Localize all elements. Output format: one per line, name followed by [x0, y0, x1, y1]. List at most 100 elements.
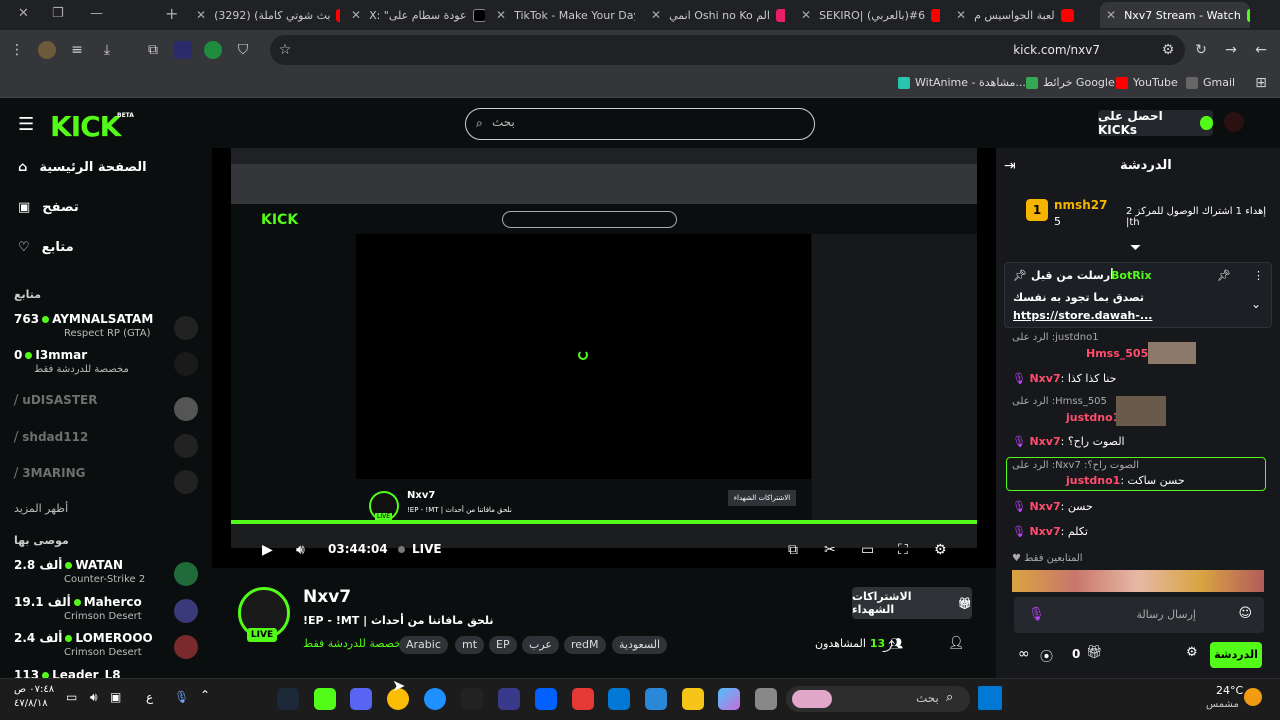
epic-games-icon[interactable]: [461, 688, 483, 710]
sidebar-channel-watan[interactable]: 2.8 ألف WATAN Counter-Strike 2: [14, 558, 204, 592]
bookmark-youtube[interactable]: YouTube: [1116, 76, 1178, 89]
stream-tag[interactable]: السعودية: [612, 636, 668, 654]
menu-dots-icon[interactable]: ⋮: [8, 41, 26, 59]
close-tab-icon[interactable]: ✕: [651, 8, 661, 22]
collapse-chat-icon[interactable]: ⇥: [1004, 158, 1016, 174]
close-tab-icon[interactable]: ✕: [801, 8, 811, 22]
download-icon[interactable]: ⤓: [98, 41, 116, 59]
stream-category[interactable]: مخصصة للدردشة فقط: [303, 637, 407, 650]
nav-browse[interactable]: ▣ تصفح: [18, 200, 79, 215]
battery-icon[interactable]: ▭: [66, 690, 77, 704]
get-kicks-button[interactable]: احصل على KICKs: [1098, 109, 1213, 137]
more-options-icon[interactable]: ⋮: [1253, 269, 1264, 282]
sidebar-channel-3maring[interactable]: ⧸ 3MARING: [14, 466, 204, 500]
app-gray-icon[interactable]: [755, 688, 777, 710]
file-explorer-icon[interactable]: [682, 688, 704, 710]
reload-icon[interactable]: ↻: [1192, 41, 1210, 59]
microphone-icon[interactable]: 🎙︎: [174, 690, 189, 704]
restore-window-icon[interactable]: ❐: [52, 6, 64, 21]
speaker-icon[interactable]: 🔊︎: [90, 690, 98, 705]
sidebar-channel-leader[interactable]: 113 Leader_L8: [14, 668, 204, 678]
sidebar-channel-i3mmar[interactable]: 0 I3mmar مخصصة للدردشة فقط: [14, 348, 204, 382]
chat-settings-icon[interactable]: ⚙: [1186, 645, 1198, 660]
bookmark-star-icon[interactable]: ☆: [276, 41, 294, 59]
expand-chevron-icon[interactable]: ⌄: [1251, 297, 1261, 311]
forward-icon[interactable]: →: [1222, 41, 1240, 59]
browser-tab[interactable]: ✕ SEKIRO| (بالعربي)#6: [795, 2, 940, 28]
user-avatar[interactable]: [1224, 112, 1244, 132]
input-language[interactable]: ع: [146, 690, 153, 704]
back-icon[interactable]: ←: [1252, 41, 1270, 59]
emoji-icon[interactable]: ☺: [1238, 606, 1252, 621]
sidebar-channel-lomerooo[interactable]: 2.4 ألف LOMEROOO Crimson Desert: [14, 631, 204, 665]
steam-icon[interactable]: [277, 688, 299, 710]
subscriptions-button[interactable]: الاشتراكات الشهداء 🎁︎: [852, 587, 972, 619]
picture-in-picture-icon[interactable]: ⧉: [788, 542, 798, 558]
share-icon[interactable]: ⤴: [882, 636, 895, 655]
pinned-link[interactable]: https://store.dawah-...: [1013, 309, 1152, 322]
browser-tab[interactable]: ✕ لعبة الجواسيس م: [950, 2, 1095, 28]
nav-following[interactable]: ♡ متابع: [18, 240, 74, 255]
close-tab-icon[interactable]: ✕: [496, 8, 506, 22]
follow-icon[interactable]: 👤︎: [948, 636, 965, 651]
emote-bar[interactable]: [1012, 570, 1264, 592]
browser-tab[interactable]: ✕ TikTok - Make Your Day: [490, 2, 635, 28]
play-icon[interactable]: ▶: [262, 542, 273, 558]
app-icon[interactable]: [498, 688, 520, 710]
show-more-link[interactable]: أظهر المزيد: [14, 502, 68, 515]
bookmark-google-maps[interactable]: خرائط Google: [1026, 76, 1115, 89]
settings-gear-icon[interactable]: ⚙: [934, 542, 947, 558]
sidebar-channel-udisaster[interactable]: ⧸ uDISASTER: [14, 393, 204, 427]
tray-chevron-icon[interactable]: ⌃: [200, 688, 210, 702]
shield-icon[interactable]: ⛉: [234, 41, 252, 59]
stream-tag[interactable]: EP: [489, 636, 517, 654]
points-icon[interactable]: ⦿: [1040, 646, 1053, 665]
browser-tab-active[interactable]: ✕ Nxv7 Stream - Watch: [1100, 2, 1250, 28]
extension-green-icon[interactable]: [204, 41, 222, 59]
network-icon[interactable]: ▣: [110, 690, 121, 704]
unpin-icon[interactable]: 📌︎: [1217, 269, 1231, 282]
stream-tag[interactable]: mt: [455, 636, 485, 654]
chat-filter-icon[interactable]: ⏷: [1130, 240, 1141, 256]
windows-start-icon[interactable]: [978, 686, 1002, 710]
gifter-name[interactable]: nmsh27: [1054, 198, 1107, 212]
sidebar-channel-maherco[interactable]: 19.1 ألف Maherco Crimson Desert: [14, 595, 204, 629]
taskbar-search[interactable]: بحث ⌕: [786, 686, 970, 712]
site-settings-icon[interactable]: ⚙: [1159, 41, 1177, 59]
volume-icon[interactable]: 🔊︎: [296, 542, 305, 558]
browser-tab[interactable]: ✕ انمي Oshi no Ko الم: [645, 2, 785, 28]
search-input[interactable]: ⌕: [465, 108, 815, 140]
close-tab-icon[interactable]: ✕: [196, 8, 206, 22]
app-red-icon[interactable]: [572, 688, 594, 710]
streamer-name[interactable]: Nxv7: [303, 587, 351, 607]
nav-home[interactable]: ⌂ الصفحة الرئيسية: [18, 160, 147, 175]
bookmark-gmail[interactable]: Gmail: [1186, 76, 1235, 89]
clip-icon[interactable]: ✂: [824, 542, 836, 558]
extensions-icon[interactable]: ⧉: [144, 41, 162, 59]
profile-avatar[interactable]: [38, 41, 56, 59]
apps-grid-icon[interactable]: ⊞: [1252, 74, 1270, 92]
kick-app-icon[interactable]: [314, 688, 336, 710]
new-tab-icon[interactable]: +: [165, 4, 178, 23]
address-bar[interactable]: ☆ kick.com/nxv7 ⚙: [270, 35, 1185, 65]
kick-logo[interactable]: KICK: [50, 110, 121, 143]
theater-mode-icon[interactable]: ▭: [861, 542, 874, 558]
stream-tag[interactable]: Arabic: [399, 636, 448, 654]
bookmark-witanime[interactable]: WitAnime - مشاهدة...: [898, 76, 1026, 89]
close-tab-icon[interactable]: ✕: [956, 8, 966, 22]
video-progress-bar[interactable]: [231, 520, 977, 524]
reading-list-icon[interactable]: ≡: [68, 41, 86, 59]
chat-send-button[interactable]: الدردشة: [1210, 642, 1262, 668]
fullscreen-icon[interactable]: ⛶: [898, 542, 908, 558]
extension-icon[interactable]: [174, 41, 192, 59]
gift-icon[interactable]: 🎁︎: [1086, 645, 1103, 660]
close-tab-icon[interactable]: ✕: [1106, 8, 1116, 22]
browser-tab[interactable]: ✕ (3292) (بث شوتي كاملة: [190, 2, 340, 28]
outlook-icon[interactable]: [608, 688, 630, 710]
discord-icon[interactable]: [350, 688, 372, 710]
infinity-icon[interactable]: ∞: [1018, 646, 1030, 662]
stream-tag[interactable]: عرب: [522, 636, 559, 654]
weather-sun-icon[interactable]: [1244, 688, 1262, 706]
minimize-window-icon[interactable]: —: [90, 6, 103, 21]
hamburger-menu-icon[interactable]: ☰: [18, 114, 34, 135]
